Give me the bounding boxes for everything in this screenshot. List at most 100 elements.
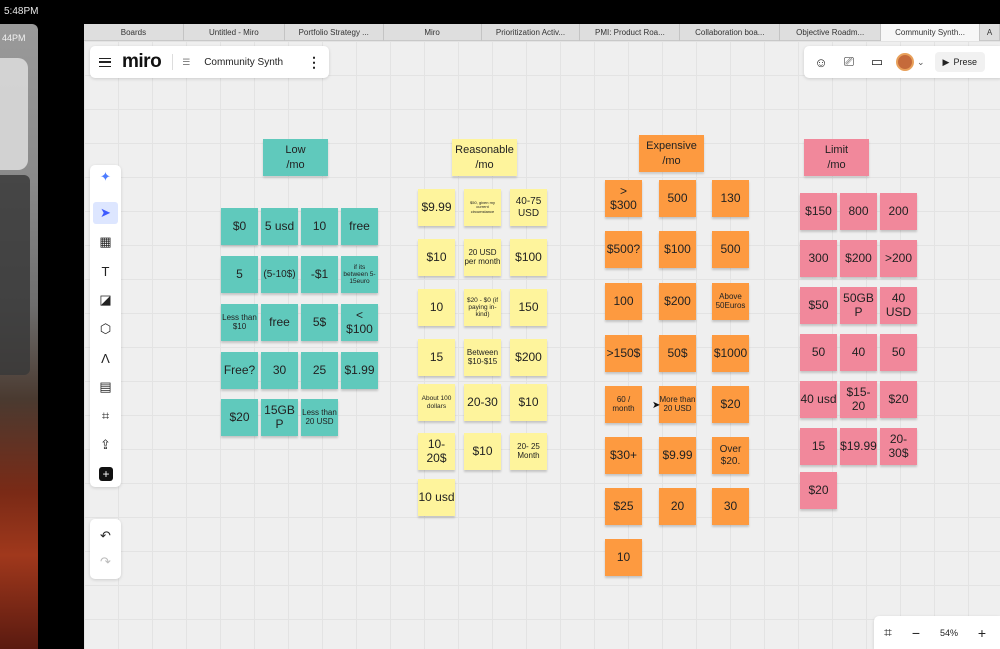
limit-sticky-note[interactable]: $20: [800, 472, 837, 509]
zoom-out-button[interactable]: −: [902, 625, 930, 641]
limit-sticky-note[interactable]: 300: [800, 240, 837, 277]
expensive-sticky-note[interactable]: $1000: [712, 335, 749, 372]
expensive-sticky-note[interactable]: > $300: [605, 180, 642, 217]
low-sticky-note[interactable]: Less than $10: [221, 304, 258, 341]
board-canvas[interactable]: miro ☰ Community Synth ⋮ ☺ ⎚ ▭ ⌄ ▶ Prese…: [84, 41, 1000, 649]
tab-7[interactable]: Objective Roadm...: [780, 24, 882, 41]
limit-column-header[interactable]: Limit /mo: [804, 139, 869, 176]
reasonable-sticky-note[interactable]: $20 - $0 (if paying in-kind): [464, 289, 501, 326]
limit-sticky-note[interactable]: $15-20: [840, 381, 877, 418]
sticky-note-icon[interactable]: ◪: [93, 289, 118, 311]
tab-3[interactable]: Miro: [384, 24, 482, 41]
limit-sticky-note[interactable]: 20-30$: [880, 428, 917, 465]
limit-sticky-note[interactable]: >200: [880, 240, 917, 277]
undo-icon[interactable]: ↶: [93, 525, 118, 547]
limit-sticky-note[interactable]: 50: [800, 334, 837, 371]
limit-sticky-note[interactable]: $150: [800, 193, 837, 230]
tab-4[interactable]: Prioritization Activ...: [482, 24, 581, 41]
expensive-sticky-note[interactable]: 130: [712, 180, 749, 217]
expensive-sticky-note[interactable]: 500: [659, 180, 696, 217]
expensive-sticky-note[interactable]: 500: [712, 231, 749, 268]
limit-sticky-note[interactable]: $200: [840, 240, 877, 277]
limit-sticky-note[interactable]: $50: [800, 287, 837, 324]
low-sticky-note[interactable]: < $100: [341, 304, 378, 341]
limit-sticky-note[interactable]: 40 usd: [800, 381, 837, 418]
expensive-sticky-note[interactable]: 30: [712, 488, 749, 525]
low-sticky-note[interactable]: if its between 5-15euro: [341, 256, 378, 293]
limit-sticky-note[interactable]: 50GBP: [840, 287, 877, 324]
limit-sticky-note[interactable]: 800: [840, 193, 877, 230]
tab-1[interactable]: Untitled - Miro: [184, 24, 285, 41]
pen-icon[interactable]: Λ: [93, 347, 118, 369]
expensive-sticky-note[interactable]: $9.99: [659, 437, 696, 474]
comment-icon[interactable]: ▤: [93, 376, 118, 398]
miro-logo[interactable]: miro: [122, 51, 162, 73]
limit-sticky-note[interactable]: $19.99: [840, 428, 877, 465]
reasonable-sticky-note[interactable]: 10-20$: [418, 433, 455, 470]
reasonable-sticky-note[interactable]: $10: [510, 384, 547, 421]
tab-2[interactable]: Portfolio Strategy ...: [285, 24, 384, 41]
zoom-level[interactable]: 54%: [930, 628, 968, 638]
ai-sparkle-icon[interactable]: ✦: [93, 166, 118, 188]
reasonable-sticky-note[interactable]: About 100 dollars: [418, 384, 455, 421]
low-sticky-note[interactable]: 10: [301, 208, 338, 245]
present-button[interactable]: ▶ Prese: [934, 52, 985, 72]
reactions-icon[interactable]: ☺: [812, 55, 830, 70]
reasonable-sticky-note[interactable]: $50, given my current circumstance: [464, 189, 501, 226]
low-sticky-note[interactable]: $1.99: [341, 352, 378, 389]
reasonable-sticky-note[interactable]: $9.99: [418, 189, 455, 226]
add-icon[interactable]: +: [99, 467, 113, 481]
expensive-sticky-note[interactable]: $20: [712, 386, 749, 423]
tab-8[interactable]: Community Synth...: [881, 24, 981, 41]
reasonable-sticky-note[interactable]: 150: [510, 289, 547, 326]
low-sticky-note[interactable]: 15GBP: [261, 399, 298, 436]
reasonable-sticky-note[interactable]: 20- 25 Month: [510, 433, 547, 470]
redo-icon[interactable]: ↷: [93, 551, 118, 573]
expensive-sticky-note[interactable]: 20: [659, 488, 696, 525]
select-icon[interactable]: ➤: [93, 202, 118, 224]
tab-9[interactable]: A: [980, 24, 1000, 41]
expensive-sticky-note[interactable]: $200: [659, 283, 696, 320]
limit-sticky-note[interactable]: 200: [880, 193, 917, 230]
expensive-sticky-note[interactable]: >150$: [605, 335, 642, 372]
board-more-button[interactable]: ⋮: [307, 55, 321, 69]
reasonable-sticky-note[interactable]: 10: [418, 289, 455, 326]
expensive-column-header[interactable]: Expensive /mo: [639, 135, 704, 172]
low-sticky-note[interactable]: Free?: [221, 352, 258, 389]
avatar[interactable]: [896, 53, 914, 71]
reasonable-sticky-note[interactable]: Between $10-$15: [464, 339, 501, 376]
reasonable-sticky-note[interactable]: $200: [510, 339, 547, 376]
upload-icon[interactable]: ⇪: [93, 434, 118, 456]
tab-5[interactable]: PMI: Product Roa...: [580, 24, 681, 41]
reasonable-sticky-note[interactable]: 10 usd: [418, 479, 455, 516]
low-sticky-note[interactable]: -$1: [301, 256, 338, 293]
low-sticky-note[interactable]: 5: [221, 256, 258, 293]
fit-to-screen-icon[interactable]: ⌗: [874, 624, 902, 641]
main-menu-button[interactable]: [92, 46, 118, 78]
tab-0[interactable]: Boards: [84, 24, 184, 41]
low-sticky-note[interactable]: $0: [221, 208, 258, 245]
limit-sticky-note[interactable]: 15: [800, 428, 837, 465]
frame-icon[interactable]: ⌗: [93, 405, 118, 427]
reasonable-sticky-note[interactable]: 20-30: [464, 384, 501, 421]
limit-sticky-note[interactable]: 50: [880, 334, 917, 371]
low-column-header[interactable]: Low /mo: [263, 139, 328, 176]
expensive-sticky-note[interactable]: $30+: [605, 437, 642, 474]
low-sticky-note[interactable]: 5$: [301, 304, 338, 341]
templates-icon[interactable]: ▦: [93, 231, 118, 253]
expensive-sticky-note[interactable]: Above 50Euros: [712, 283, 749, 320]
low-sticky-note[interactable]: free: [261, 304, 298, 341]
low-sticky-note[interactable]: $20: [221, 399, 258, 436]
expensive-sticky-note[interactable]: $500?: [605, 231, 642, 268]
low-sticky-note[interactable]: 30: [261, 352, 298, 389]
activity-icon[interactable]: ⎚: [840, 54, 858, 70]
video-icon[interactable]: ▭: [868, 54, 886, 70]
limit-sticky-note[interactable]: 40: [840, 334, 877, 371]
low-sticky-note[interactable]: Less than 20 USD: [301, 399, 338, 436]
reasonable-sticky-note[interactable]: $10: [418, 239, 455, 276]
reasonable-column-header[interactable]: Reasonable /mo: [452, 139, 517, 176]
reasonable-sticky-note[interactable]: 40-75 USD: [510, 189, 547, 226]
expensive-sticky-note[interactable]: More than 20 USD: [659, 386, 696, 423]
expensive-sticky-note[interactable]: 60 / month: [605, 386, 642, 423]
shapes-icon[interactable]: ⬡: [93, 318, 118, 340]
